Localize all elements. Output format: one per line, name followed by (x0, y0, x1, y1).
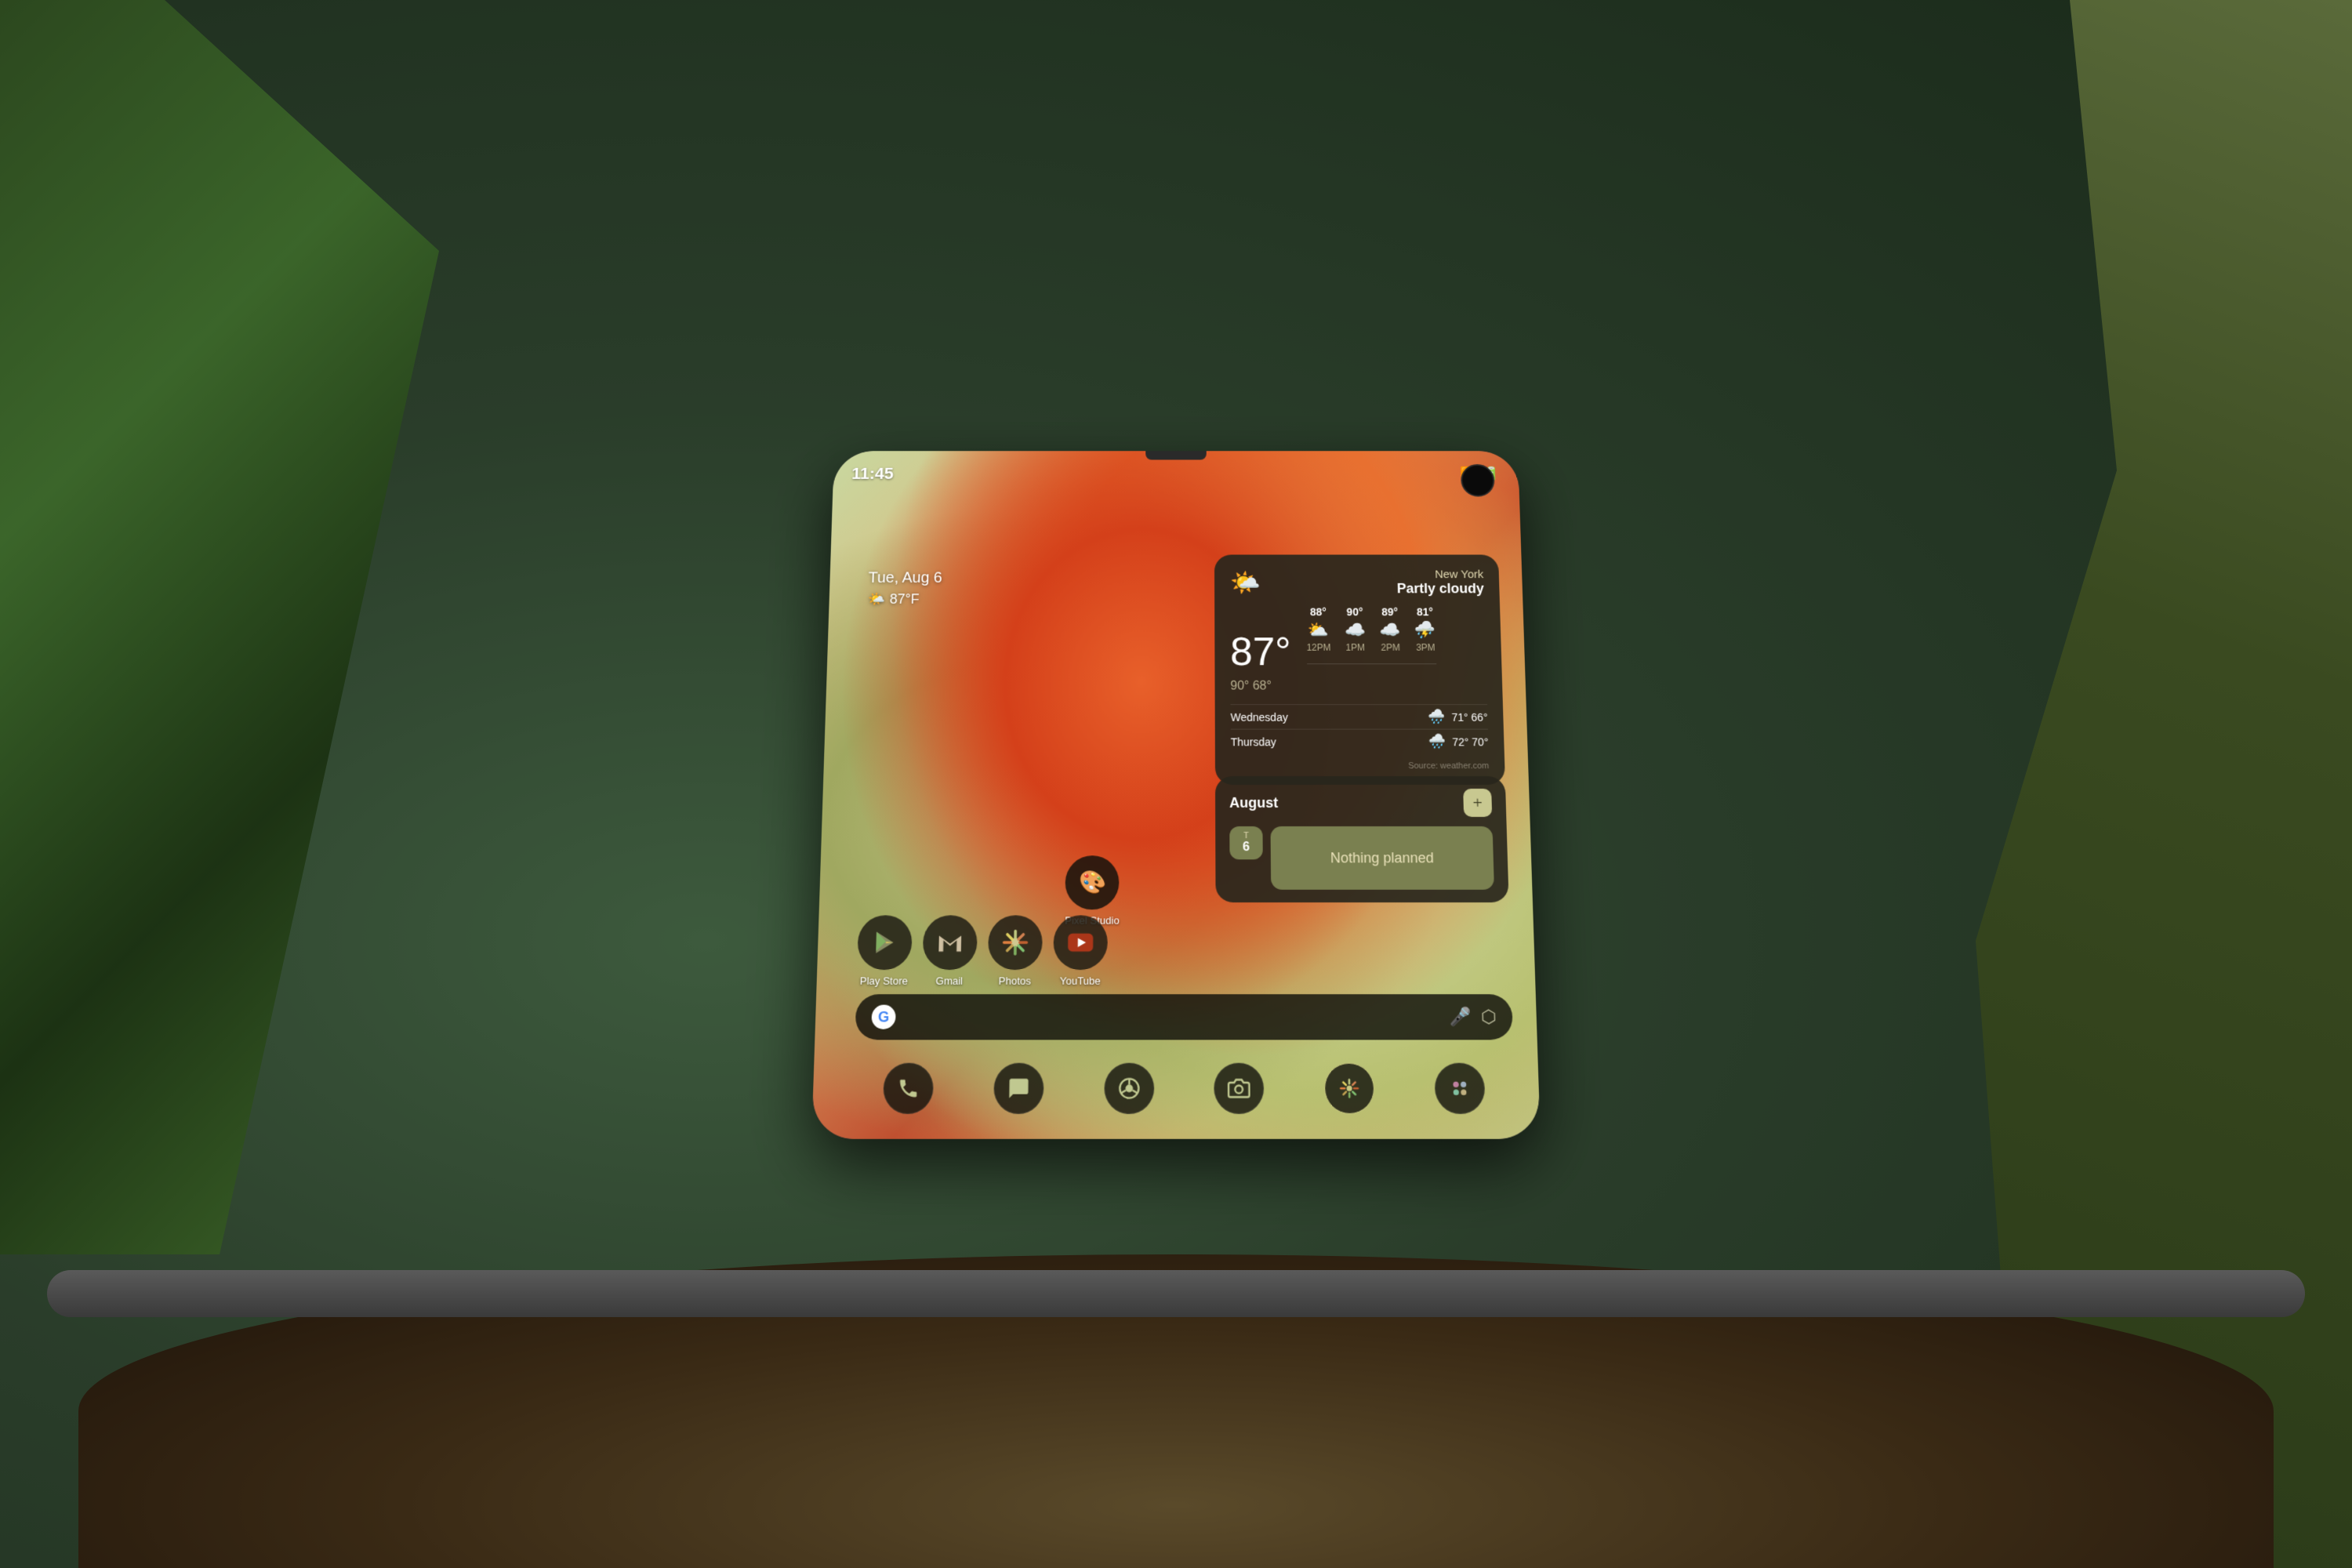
dock-camera[interactable] (1214, 1063, 1265, 1114)
dock-messages[interactable] (993, 1063, 1044, 1114)
photos-icon-circle (988, 915, 1043, 970)
app-youtube[interactable]: YouTube (1053, 915, 1108, 986)
calendar-add-icon: + (1472, 793, 1483, 813)
thursday-label: Thursday (1231, 735, 1429, 748)
youtube-label: YouTube (1060, 975, 1101, 986)
g-letter: G (878, 1008, 890, 1025)
weather-high: 90° (1230, 680, 1249, 693)
weather-hour-2pm-temp: 89° (1379, 606, 1400, 618)
app-play-store[interactable]: Play Store (856, 915, 912, 986)
calendar-month: August (1229, 794, 1278, 811)
weather-hour-3pm: 81° ⛈️ 3PM (1414, 606, 1436, 653)
date-text: Tue, Aug 6 (868, 570, 942, 587)
calendar-add-button[interactable]: + (1463, 789, 1492, 817)
nothing-planned-text: Nothing planned (1330, 850, 1434, 866)
weather-hour-12pm-temp: 88° (1306, 606, 1330, 618)
play-store-label: Play Store (860, 975, 908, 986)
status-time: 11:45 (851, 464, 894, 483)
search-lens-icon[interactable]: ⬡ (1481, 1007, 1497, 1028)
weather-hour-1pm: 90° ☁️ 1PM (1344, 606, 1366, 653)
google-g-icon: G (871, 1005, 895, 1029)
weather-hour-2pm: 89° ☁️ 2PM (1379, 606, 1401, 653)
app-gmail[interactable]: Gmail (922, 915, 978, 986)
weather-hour-3pm-temp: 81° (1414, 606, 1436, 618)
weather-hour-12pm-time: 12PM (1306, 642, 1330, 653)
search-mic-icon[interactable]: 🎤 (1449, 1007, 1472, 1028)
thursday-temps: 72° 70° (1452, 735, 1488, 748)
weather-high-low: 90° 68° (1230, 680, 1486, 694)
weather-forecast-thursday: Thursday 🌧️ 72° 70° (1231, 729, 1489, 754)
weather-hour-2pm-time: 2PM (1380, 642, 1401, 653)
gmail-label: Gmail (935, 975, 963, 986)
app-photos[interactable]: Photos (988, 915, 1043, 986)
search-bar[interactable]: G 🎤 ⬡ (855, 994, 1513, 1040)
calendar-date-box: T 6 (1229, 826, 1263, 859)
weather-forecast: Wednesday 🌧️ 71° 66° Thursday 🌧️ 72° 70° (1230, 704, 1488, 753)
play-store-icon-circle (857, 915, 913, 970)
calendar-widget[interactable]: August + T 6 Nothing planned (1215, 776, 1509, 902)
weather-condition: Partly cloudy (1397, 581, 1485, 597)
dock-photos[interactable] (1324, 1063, 1375, 1114)
weather-hour-1pm-icon: ☁️ (1345, 620, 1366, 640)
weather-hour-1pm-temp: 90° (1344, 606, 1365, 618)
weather-city: New York (1396, 568, 1483, 581)
weather-hour-1pm-time: 1PM (1345, 642, 1366, 653)
weather-main-icon: 🌤️ (1230, 568, 1261, 597)
dock-phone[interactable] (883, 1063, 934, 1114)
weather-source: Source: weather.com (1231, 761, 1490, 771)
phone-device: 11:45 📶 🔋 Tue, Aug 6 🌤️ 87°F 🌤️ New York… (811, 451, 1541, 1139)
weather-forecast-wednesday: Wednesday 🌧️ 71° 66° (1230, 704, 1487, 728)
calendar-header: August + (1229, 789, 1492, 817)
weather-hour-3pm-icon: ⛈️ (1414, 620, 1436, 640)
temp-value: 87°F (890, 591, 920, 607)
wednesday-label: Wednesday (1231, 711, 1428, 724)
temp-icon: 🌤️ (868, 591, 886, 607)
weather-header: 🌤️ New York Partly cloudy (1230, 568, 1484, 597)
wednesday-temps: 71° 66° (1451, 711, 1487, 724)
thursday-icon: 🌧️ (1428, 734, 1446, 750)
temp-text: 🌤️ 87°F (868, 591, 942, 607)
pot-rim (47, 1270, 2305, 1317)
camera (1461, 464, 1495, 496)
calendar-nothing-planned[interactable]: Nothing planned (1270, 826, 1494, 890)
dock-pixel-studio[interactable] (1434, 1063, 1485, 1114)
gmail-icon-circle (923, 915, 978, 970)
calendar-body: T 6 Nothing planned (1229, 826, 1494, 890)
date-weather-topleft: Tue, Aug 6 🌤️ 87°F (868, 570, 942, 608)
weather-hour-3pm-time: 3PM (1415, 642, 1436, 653)
status-bar: 11:45 📶 🔋 (833, 451, 1519, 489)
youtube-icon-circle (1053, 915, 1108, 970)
weather-main-temp: 87° (1230, 633, 1291, 673)
wednesday-icon: 🌧️ (1428, 709, 1446, 725)
app-icons-row: Play Store Gmail (856, 915, 1107, 986)
weather-hourly: 88° ⛅ 12PM 90° ☁️ 1PM 89° ☁️ 2PM (1306, 606, 1437, 665)
dock-chrome[interactable] (1104, 1063, 1154, 1114)
pixel-studio-icon-circle: 🎨 (1065, 855, 1120, 909)
photos-label: Photos (999, 975, 1031, 986)
calendar-date-number: 6 (1243, 840, 1250, 855)
weather-hour-12pm-icon: ⛅ (1306, 620, 1330, 640)
weather-low: 68° (1253, 680, 1272, 693)
weather-location: New York Partly cloudy (1396, 568, 1484, 597)
weather-hour-12pm: 88° ⛅ 12PM (1306, 606, 1331, 653)
weather-widget[interactable]: 🌤️ New York Partly cloudy 87° 88° ⛅ 12PM… (1214, 555, 1505, 785)
dock (853, 1063, 1515, 1114)
calendar-date-letter: T (1243, 831, 1249, 840)
weather-hour-2pm-icon: ☁️ (1379, 620, 1401, 640)
